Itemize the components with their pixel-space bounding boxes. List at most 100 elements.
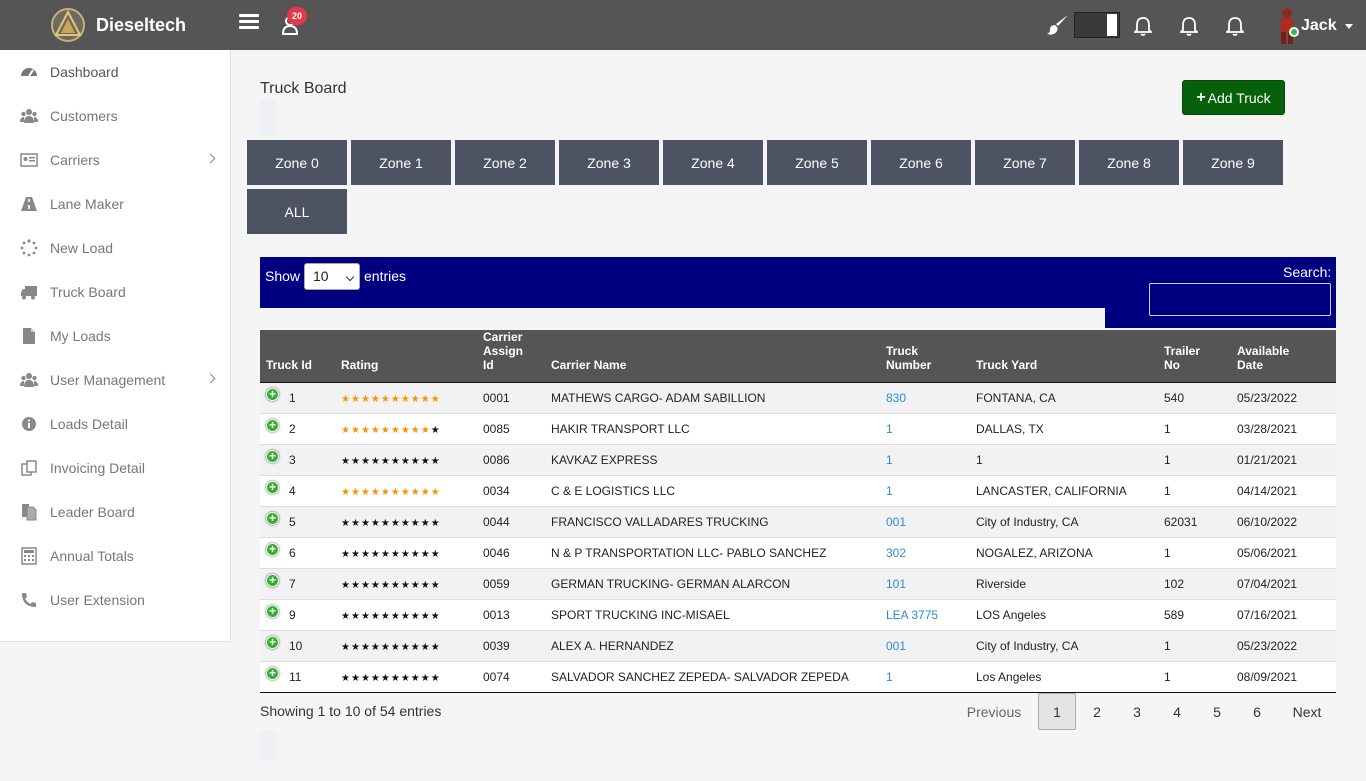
star-icon: ★ xyxy=(430,673,441,684)
entries-per-page-select[interactable]: 10 xyxy=(304,263,360,290)
table-row[interactable]: +3 ★★★★★★★★★★ 0086 KAVKAZ EXPRESS 1 1 1 01/21/2… xyxy=(260,444,1336,476)
truck-number-link[interactable]: 001 xyxy=(886,515,906,529)
sidebar-item-my-loads[interactable]: My Loads xyxy=(0,314,230,358)
expand-row-icon[interactable]: + xyxy=(266,388,279,401)
sidebar-item-dashboard[interactable]: Dashboard xyxy=(0,50,230,94)
truck-number-link[interactable]: 1 xyxy=(886,453,893,467)
bell-icon[interactable] xyxy=(1134,16,1152,36)
sidebar-item-invoicing-detail[interactable]: Invoicing Detail xyxy=(0,446,230,490)
sidebar-item-new-load[interactable]: New Load xyxy=(0,226,230,270)
truck-number-link[interactable]: LEA 3775 xyxy=(886,608,938,622)
truck-number-link[interactable]: 101 xyxy=(886,577,906,591)
truck-number-link[interactable]: 302 xyxy=(886,546,906,560)
expand-row-icon[interactable]: + xyxy=(266,543,279,556)
cell-rating: ★★★★★★★★★★ xyxy=(331,537,473,569)
cell-truck-id: +4 xyxy=(260,475,331,507)
expand-row-icon[interactable]: + xyxy=(266,512,279,525)
column-header-truck-yard[interactable]: Truck Yard xyxy=(976,330,1164,383)
column-header-rating[interactable]: Rating xyxy=(331,330,473,383)
column-header-carrier-name[interactable]: Carrier Name xyxy=(551,330,886,383)
sidebar-item-leader-board[interactable]: Leader Board xyxy=(0,490,230,534)
page-2-button[interactable]: 2 xyxy=(1078,693,1116,730)
table-row[interactable]: +5 ★★★★★★★★★★ 0044 FRANCISCO VALLADARES TRU… xyxy=(260,506,1336,538)
truck-number-link[interactable]: 1 xyxy=(886,484,893,498)
sidebar-item-user-management[interactable]: User Management xyxy=(0,358,230,402)
column-header-carrier-assign-id[interactable]: Carrier Assign Id xyxy=(473,330,551,383)
sidebar-item-carriers[interactable]: Carriers xyxy=(0,138,230,182)
expand-row-icon[interactable]: + xyxy=(266,450,279,463)
truck-number-link[interactable]: 1 xyxy=(886,422,893,436)
sidebar-item-user-extension[interactable]: User Extension xyxy=(0,578,230,622)
next-page-button[interactable]: Next xyxy=(1284,693,1330,730)
cell-truck-yard: Riverside xyxy=(976,568,1164,600)
column-header-available-date[interactable]: Available Date xyxy=(1237,330,1336,383)
cell-trailer-no-value: 102 xyxy=(1164,577,1185,591)
cell-available-date: 05/23/2022 xyxy=(1237,382,1336,414)
zone-4-button[interactable]: Zone 4 xyxy=(663,140,763,185)
add-truck-button[interactable]: + Add Truck xyxy=(1182,80,1285,115)
star-icon: ★ xyxy=(430,394,441,405)
plus-icon: + xyxy=(1196,88,1206,106)
page-1-button[interactable]: 1 xyxy=(1038,693,1076,730)
cell-truck-id: +1 xyxy=(260,382,331,414)
zone-8-button[interactable]: Zone 8 xyxy=(1079,140,1179,185)
zone-3-button[interactable]: Zone 3 xyxy=(559,140,659,185)
column-header-truck-number[interactable]: Truck Number xyxy=(886,330,976,383)
expand-row-icon[interactable]: + xyxy=(266,636,279,649)
paint-brush-icon[interactable] xyxy=(1046,13,1070,37)
brand[interactable]: Dieseltech xyxy=(50,6,186,44)
page-3-button[interactable]: 3 xyxy=(1118,693,1156,730)
sidebar-item-label: User Extension xyxy=(50,592,145,608)
table-row[interactable]: +10 ★★★★★★★★★★ 0039 ALEX A. HERNANDEZ 001 Cit… xyxy=(260,630,1336,662)
truck-number-link[interactable]: 830 xyxy=(886,391,906,405)
zone-all-button[interactable]: ALL xyxy=(247,189,347,234)
column-header-trailer-no[interactable]: Trailer No xyxy=(1164,330,1237,383)
table-row[interactable]: +7 ★★★★★★★★★★ 0059 GERMAN TRUCKING- GERMAN … xyxy=(260,568,1336,600)
star-icon: ★ xyxy=(341,611,351,622)
table-row[interactable]: +4 ★★★★★★★★★★ 0034 C & E LOGISTICS LLC 1 LANC… xyxy=(260,475,1336,507)
expand-row-icon[interactable]: + xyxy=(266,574,279,587)
zone-5-button[interactable]: Zone 5 xyxy=(767,140,867,185)
zone-6-button[interactable]: Zone 6 xyxy=(871,140,971,185)
truck-number-link[interactable]: 1 xyxy=(886,670,893,684)
expand-row-icon[interactable]: + xyxy=(266,667,279,680)
search-input[interactable] xyxy=(1149,283,1331,316)
theme-toggle[interactable] xyxy=(1074,12,1120,38)
column-header-truck-id[interactable]: Truck Id xyxy=(260,330,331,383)
expand-row-icon[interactable]: + xyxy=(266,605,279,618)
expand-row-icon[interactable]: + xyxy=(266,419,279,432)
table-row[interactable]: +6 ★★★★★★★★★★ 0046 N & P TRANSPORTATION LLC… xyxy=(260,537,1336,569)
sidebar-item-loads-detail[interactable]: Loads Detail xyxy=(0,402,230,446)
truck-number-link[interactable]: 001 xyxy=(886,639,906,653)
star-icon: ★ xyxy=(341,487,351,498)
page-5-button[interactable]: 5 xyxy=(1198,693,1236,730)
zone-0-button[interactable]: Zone 0 xyxy=(247,140,347,185)
zone-2-button[interactable]: Zone 2 xyxy=(455,140,555,185)
star-icon: ★ xyxy=(410,549,421,560)
zone-1-button[interactable]: Zone 1 xyxy=(351,140,451,185)
truck-id: 9 xyxy=(289,608,296,622)
zone-7-button[interactable]: Zone 7 xyxy=(975,140,1075,185)
bell-icon[interactable] xyxy=(1226,16,1244,36)
page-4-button[interactable]: 4 xyxy=(1158,693,1196,730)
cell-trailer-no-value: 1 xyxy=(1164,546,1171,560)
table-row[interactable]: +2 ★★★★★★★★★★ 0085 HAKIR TRANSPORT LLC 1 DALL… xyxy=(260,413,1336,445)
menu-toggle-icon[interactable] xyxy=(239,14,259,34)
previous-page-button[interactable]: Previous xyxy=(960,693,1028,730)
cell-trailer-no-value: 1 xyxy=(1164,670,1171,684)
expand-row-icon[interactable]: + xyxy=(266,481,279,494)
sidebar-item-lane-maker[interactable]: Lane Maker xyxy=(0,182,230,226)
user-menu[interactable]: Jack xyxy=(1276,6,1353,46)
page-6-button[interactable]: 6 xyxy=(1238,693,1276,730)
chevron-right-icon xyxy=(205,373,216,384)
sidebar-item-annual-totals[interactable]: Annual Totals xyxy=(0,534,230,578)
sidebar-item-truck-board[interactable]: Truck Board xyxy=(0,270,230,314)
table-row[interactable]: +11 ★★★★★★★★★★ 0074 SALVADOR SANCHEZ ZEPEDA… xyxy=(260,661,1336,693)
table-row[interactable]: +1 ★★★★★★★★★★ 0001 MATHEWS CARGO- ADAM SABI… xyxy=(260,382,1336,414)
cell-truck-id: +9 xyxy=(260,599,331,631)
table-row[interactable]: +9 ★★★★★★★★★★ 0013 SPORT TRUCKING INC-MISAE… xyxy=(260,599,1336,631)
sidebar-item-customers[interactable]: Customers xyxy=(0,94,230,138)
zone-9-button[interactable]: Zone 9 xyxy=(1183,140,1283,185)
cell-carrier-assign-id: 0085 xyxy=(473,413,551,445)
bell-icon[interactable] xyxy=(1180,16,1198,36)
